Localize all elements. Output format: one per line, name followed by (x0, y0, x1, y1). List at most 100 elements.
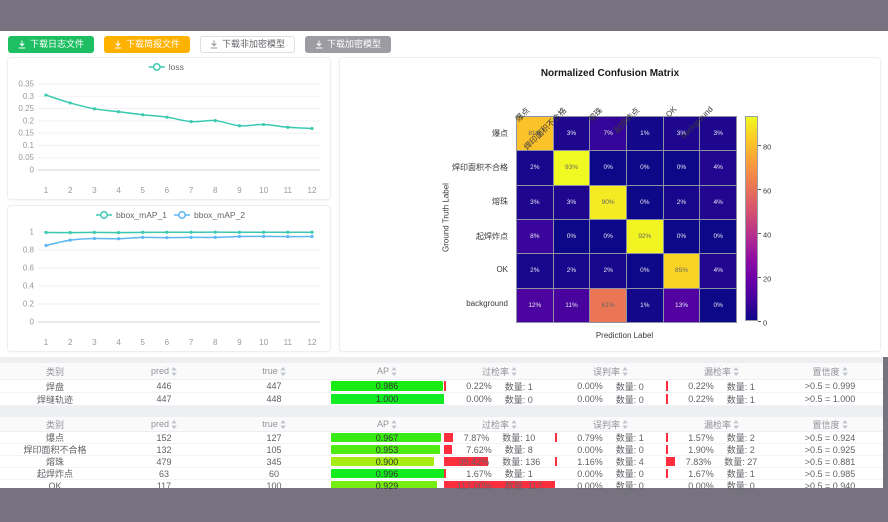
sort-caret-icon[interactable] (622, 367, 628, 376)
ap-cell: 0.967 (330, 432, 444, 443)
matrix-cell: 0% (627, 254, 663, 287)
matrix-cell: 0% (554, 220, 590, 253)
matrix-cell: 13% (664, 289, 700, 322)
rate-bar (666, 445, 668, 454)
matrix-cell: 3% (517, 186, 553, 219)
colorbar (745, 116, 758, 321)
sort-caret-icon[interactable] (733, 367, 739, 376)
col-header-mis[interactable]: 误判率 (555, 363, 666, 379)
col-header-category: 类别 (0, 417, 110, 431)
rate-cell: 0.22% 数量: 1 (444, 380, 555, 392)
x-tick-label: 4 (116, 338, 121, 347)
true-cell: 447 (218, 380, 330, 392)
download-toolbar: 下载日志文件 下载简报文件 下载非加密模型 下载加密模型 (8, 36, 391, 53)
col-header-label: 误判率 (593, 418, 620, 431)
sort-caret-icon[interactable] (391, 420, 397, 429)
col-header-true[interactable]: true (218, 417, 330, 431)
x-tick-label: 2 (68, 338, 73, 347)
col-header-over[interactable]: 过检率 (444, 417, 555, 431)
col-header-label: AP (377, 419, 389, 429)
sort-caret-icon[interactable] (842, 420, 848, 429)
col-header-label: 置信度 (812, 418, 839, 431)
matrix-cell: 2% (517, 254, 553, 287)
ap-cell: 0.900 (330, 456, 444, 467)
sort-caret-icon[interactable] (511, 420, 517, 429)
matrix-cell: 85% (664, 254, 700, 287)
col-header-miss[interactable]: 漏检率 (666, 417, 777, 431)
sort-caret-icon[interactable] (280, 367, 286, 376)
col-header-label: 置信度 (812, 365, 839, 378)
sort-caret-icon[interactable] (280, 420, 286, 429)
matrix-cell: 0% (664, 220, 700, 253)
rate-bar (666, 381, 668, 391)
y-tick-label: 0.2 (23, 300, 35, 309)
sort-caret-icon[interactable] (391, 367, 397, 376)
y-tick-label: 0.4 (23, 282, 35, 291)
col-header-pred[interactable]: pred (110, 417, 218, 431)
table-header-row: 类别predtrueAP过检率误判率漏检率置信度 (0, 363, 883, 380)
legend-item[interactable]: loss (169, 62, 184, 72)
col-header-true[interactable]: true (218, 363, 330, 379)
rate-value: 39.42% (459, 457, 490, 467)
x-tick-label: 3 (92, 186, 97, 195)
col-header-ap[interactable]: AP (330, 363, 444, 379)
legend-item[interactable]: bbox_mAP_2 (194, 210, 245, 220)
loss-chart: 00.050.10.150.20.250.30.3512345678910111… (8, 58, 330, 199)
rate-value: 0.00% (577, 445, 603, 455)
col-header-pred[interactable]: pred (110, 363, 218, 379)
matrix-row-label: OK (496, 265, 508, 274)
sort-caret-icon[interactable] (171, 367, 177, 376)
category-cell: 爆点 (0, 432, 110, 443)
rate-value: 0.22% (688, 394, 714, 404)
table-row: 焊缝轨迹4474481.0000.00%数量: 00.00%数量: 00.22%… (0, 393, 883, 406)
sort-caret-icon[interactable] (733, 420, 739, 429)
download-log-button[interactable]: 下载日志文件 (8, 36, 94, 53)
table-row: 焊盘4464470.9860.22%数量: 10.00%数量: 00.22%数量… (0, 380, 883, 393)
col-header-mis[interactable]: 误判率 (555, 417, 666, 431)
rate-value: 0.22% (466, 381, 492, 391)
download-report-button[interactable]: 下载简报文件 (104, 36, 190, 53)
rate-cell: 117.00%数量: 117 (444, 480, 555, 491)
x-tick-label: 11 (284, 186, 293, 195)
legend-item[interactable]: bbox_mAP_1 (116, 210, 167, 220)
ap-value: 0.967 (376, 433, 399, 443)
sort-caret-icon[interactable] (171, 420, 177, 429)
col-header-over[interactable]: 过检率 (444, 363, 555, 379)
download-encrypted-model-button[interactable]: 下载加密模型 (305, 36, 391, 53)
matrix-cell: 4% (700, 186, 736, 219)
col-header-label: 过检率 (482, 365, 509, 378)
matrix-cell: 2% (517, 151, 553, 184)
rate-count: 数量: 2 (727, 432, 755, 443)
y-tick-label: 0 (30, 318, 35, 327)
rate-cell: 0.22%数量: 1 (666, 393, 777, 405)
sort-caret-icon[interactable] (511, 367, 517, 376)
metrics-tables-section: 类别predtrueAP过检率误判率漏检率置信度焊盘4464470.9860.2… (0, 357, 883, 488)
sort-caret-icon[interactable] (842, 367, 848, 376)
rate-value: 1.16% (577, 457, 603, 467)
col-header-conf[interactable]: 置信度 (777, 417, 883, 431)
rate-bar (444, 381, 446, 391)
x-tick-label: 8 (213, 338, 218, 347)
colorbar-tick (758, 277, 761, 278)
rate-count: 数量: 4 (616, 456, 644, 467)
confidence-cell: >0.5 = 0.881 (777, 456, 883, 467)
rate-cell: 1.67%数量: 1 (666, 468, 777, 479)
ap-value: 0.929 (376, 481, 399, 491)
x-tick-label: 10 (259, 338, 268, 347)
col-header-miss[interactable]: 漏检率 (666, 363, 777, 379)
download-log-label: 下载日志文件 (30, 36, 84, 53)
matrix-cell: 0% (590, 151, 626, 184)
rate-bar (555, 457, 557, 466)
ap-value: 1.000 (376, 394, 399, 404)
rate-cell: 0.00%数量: 0 (555, 468, 666, 479)
rate-count: 数量: 0 (727, 480, 755, 491)
rate-cell: 0.00%数量: 0 (555, 393, 666, 405)
rate-count: 数量: 1 (505, 380, 533, 392)
matrix-cell: 0% (627, 151, 663, 184)
sort-caret-icon[interactable] (622, 420, 628, 429)
download-unencrypted-model-button[interactable]: 下载非加密模型 (200, 36, 295, 53)
col-header-label: AP (377, 366, 389, 376)
col-header-ap[interactable]: AP (330, 417, 444, 431)
rate-value: 7.62% (466, 445, 492, 455)
col-header-conf[interactable]: 置信度 (777, 363, 883, 379)
